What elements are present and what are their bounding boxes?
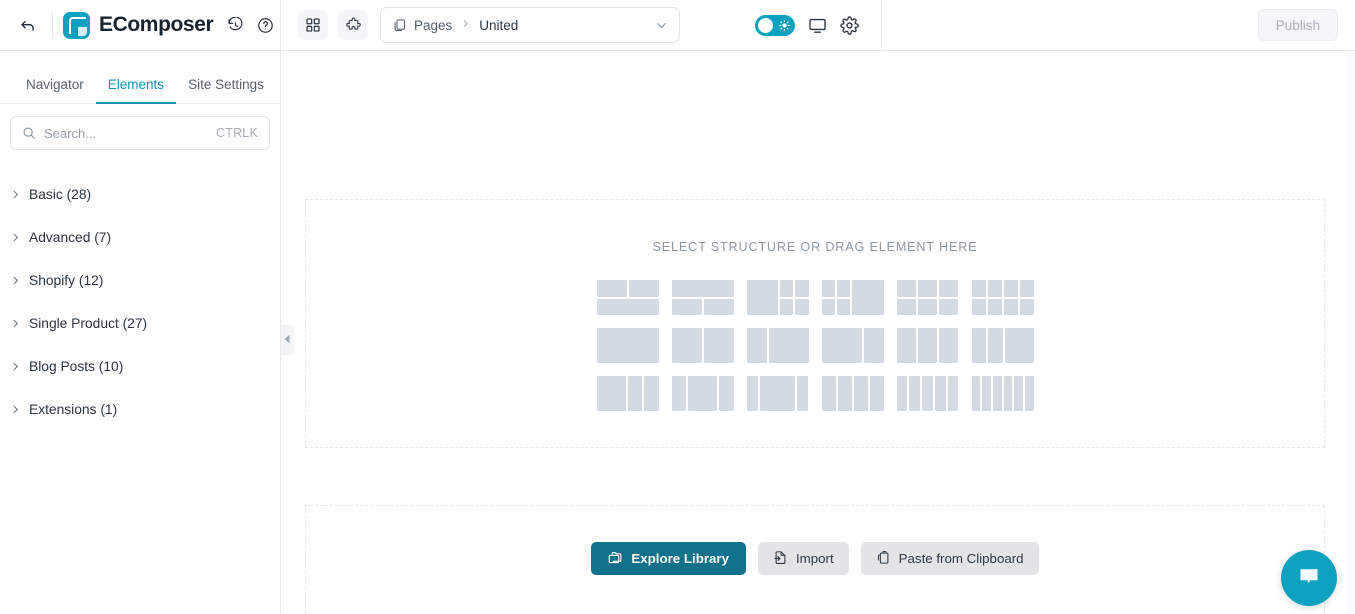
sidebar-item-label: Extensions (1) [29, 402, 118, 417]
sidebar-item-shopify[interactable]: Shopify (12) [0, 259, 280, 302]
structure-two-thirds-one-third[interactable] [821, 328, 884, 363]
chevron-right-icon [10, 189, 21, 200]
app-logo[interactable]: EComposer [63, 11, 214, 39]
chat-bubble-icon [1297, 564, 1321, 593]
structure-left-tall-right-quad[interactable] [746, 280, 809, 315]
structure-three-equal[interactable] [896, 328, 959, 363]
tab-site-settings[interactable]: Site Settings [176, 77, 276, 103]
structure-row [595, 280, 1035, 315]
import-button[interactable]: Import [757, 542, 849, 575]
sidebar-item-extensions[interactable]: Extensions (1) [0, 388, 280, 431]
toolbar-middle: Pages United [281, 7, 755, 43]
structure-left-quad-right-tall[interactable] [821, 280, 884, 315]
grid-squares-icon[interactable] [298, 10, 328, 40]
back-arrow-icon[interactable] [12, 10, 42, 40]
puzzle-piece-icon[interactable] [338, 10, 368, 40]
chevron-right-icon [10, 361, 21, 372]
sidebar-item-single-product[interactable]: Single Product (27) [0, 302, 280, 345]
canvas-right-gutter [1346, 51, 1355, 614]
structure-one-over-two[interactable] [671, 280, 734, 315]
brand-area: EComposer [0, 0, 281, 51]
import-arrow-icon [773, 550, 788, 568]
sidebar-item-label: Shopify (12) [29, 273, 104, 288]
chevron-right-icon [10, 232, 21, 243]
breadcrumb-current-page[interactable]: United [479, 18, 518, 33]
structure-one-column[interactable] [596, 328, 659, 363]
search-input[interactable]: Search... CTRLK [10, 116, 270, 150]
tab-elements[interactable]: Elements [95, 77, 177, 104]
button-label: Explore Library [631, 551, 729, 566]
sidebar-item-label: Blog Posts (10) [29, 359, 124, 374]
ecomposer-logo-icon [63, 11, 90, 39]
chevron-right-icon [10, 275, 21, 286]
structure-sixth-half-third[interactable] [746, 376, 809, 411]
divider [52, 13, 53, 37]
library-dropzone[interactable]: Explore Library Import Paste from Clipbo… [305, 505, 1325, 614]
structure-prompt: SELECT STRUCTURE OR DRAG ELEMENT HERE [652, 240, 978, 254]
sun-icon [778, 19, 790, 31]
desktop-monitor-icon[interactable] [808, 16, 827, 35]
structure-quarter-half-quarter[interactable] [671, 376, 734, 411]
breadcrumb-separator [461, 18, 470, 32]
toolbar-right [754, 14, 877, 36]
sidebar-item-label: Advanced (7) [29, 230, 112, 245]
structure-four-equal[interactable] [821, 376, 884, 411]
sidebar-item-blog-posts[interactable]: Blog Posts (10) [0, 345, 280, 388]
top-bar: EComposer Pages United Publish [0, 0, 1355, 51]
publish-button[interactable]: Publish [1257, 9, 1338, 41]
structure-row [595, 376, 1035, 411]
left-sidebar: Navigator Elements Site Settings Search.… [0, 51, 281, 614]
search-area: Search... CTRLK [0, 104, 280, 150]
search-shortcut-hint: CTRLK [216, 126, 258, 140]
sidebar-item-advanced[interactable]: Advanced (7) [0, 216, 280, 259]
chat-support-button[interactable] [1281, 550, 1337, 606]
sidebar-item-basic[interactable]: Basic (28) [0, 173, 280, 216]
structure-one-third-two-thirds[interactable] [746, 328, 809, 363]
structure-row [595, 328, 1035, 363]
theme-toggle[interactable] [754, 14, 795, 36]
folder-icon [608, 550, 623, 568]
structure-options [595, 280, 1035, 411]
app-name: EComposer [99, 13, 214, 36]
breadcrumb[interactable]: Pages United [380, 7, 680, 43]
publish-area: Publish [882, 9, 1355, 41]
button-label: Import [795, 551, 834, 566]
search-icon [22, 126, 36, 140]
clipboard-icon [876, 550, 891, 568]
page-canvas: SELECT STRUCTURE OR DRAG ELEMENT HERE Ex… [282, 51, 1355, 614]
chevron-right-icon [10, 318, 21, 329]
gear-icon[interactable] [839, 15, 859, 35]
structure-two-equal[interactable] [671, 328, 734, 363]
structure-six-equal[interactable] [971, 376, 1034, 411]
tab-navigator[interactable]: Navigator [14, 77, 96, 103]
structure-four-by-two[interactable] [971, 280, 1034, 315]
breadcrumb-root[interactable]: Pages [414, 18, 452, 33]
structure-half-quarter-quarter[interactable] [596, 376, 659, 411]
collapse-left-icon [283, 331, 291, 349]
element-categories: Basic (28) Advanced (7) Shopify (12) Sin… [0, 150, 280, 431]
pages-copy-icon [392, 18, 407, 33]
explore-library-button[interactable]: Explore Library [591, 542, 746, 575]
structure-quarter-quarter-half[interactable] [971, 328, 1034, 363]
sidebar-item-label: Basic (28) [29, 187, 92, 202]
library-action-buttons: Explore Library Import Paste from Clipbo… [306, 542, 1324, 575]
chevron-right-icon [10, 404, 21, 415]
sidebar-tabs: Navigator Elements Site Settings [0, 51, 280, 104]
search-placeholder: Search... [44, 125, 97, 141]
structure-two-over-one[interactable] [596, 280, 659, 315]
structure-three-by-two[interactable] [896, 280, 959, 315]
sidebar-item-label: Single Product (27) [29, 316, 148, 331]
chevron-down-icon[interactable] [654, 18, 669, 33]
history-clock-icon[interactable] [222, 12, 248, 38]
paste-from-clipboard-button[interactable]: Paste from Clipboard [860, 542, 1039, 575]
toggle-knob [757, 17, 773, 33]
sidebar-collapse-handle[interactable] [281, 325, 293, 355]
button-label: Paste from Clipboard [898, 551, 1024, 566]
structure-five-equal[interactable] [896, 376, 959, 411]
question-circle-icon[interactable] [252, 12, 278, 38]
structure-dropzone[interactable]: SELECT STRUCTURE OR DRAG ELEMENT HERE [305, 199, 1325, 448]
